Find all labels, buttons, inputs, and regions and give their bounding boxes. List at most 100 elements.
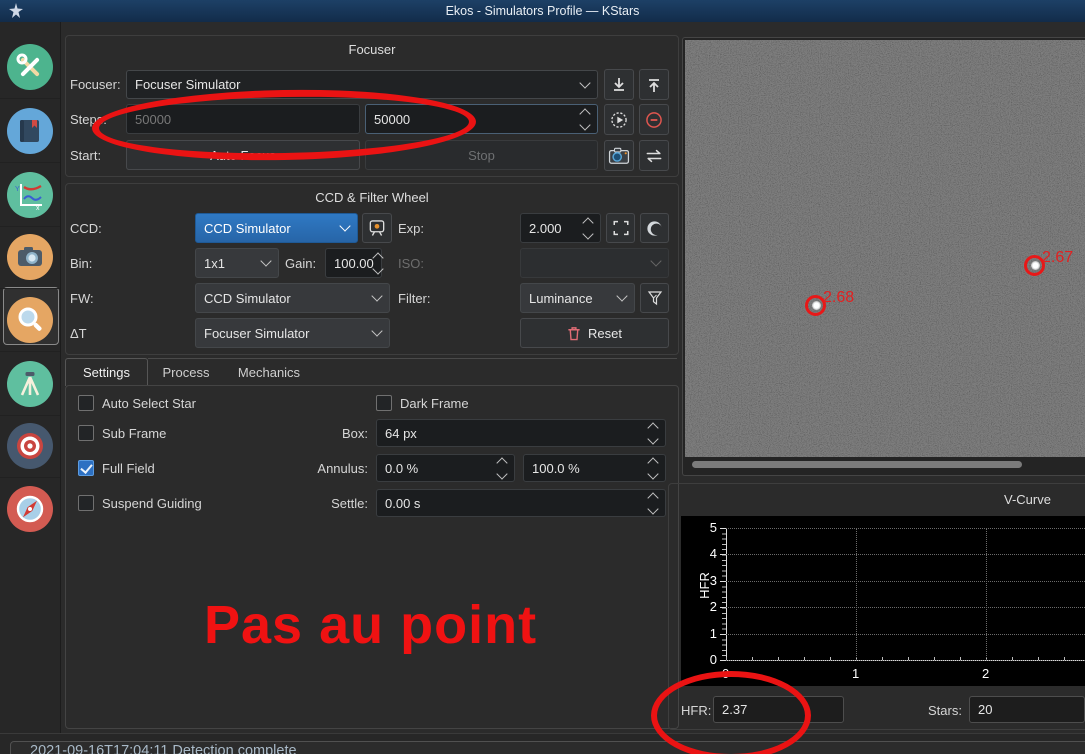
scheduler-icon[interactable]	[0, 99, 60, 163]
box-value: 64 px	[385, 425, 417, 441]
exposure-spin-buttons[interactable]	[582, 216, 594, 240]
checkbox-icon[interactable]	[78, 495, 94, 511]
reset-button[interactable]: Reset	[520, 318, 669, 348]
spin-up-icon	[647, 421, 659, 434]
gain-spin-buttons[interactable]	[372, 251, 384, 275]
spin-down-icon	[496, 467, 508, 480]
checkbox-icon[interactable]	[78, 395, 94, 411]
svg-text:Y: Y	[15, 186, 20, 193]
y-tick-label: 3	[709, 572, 717, 588]
auto-select-star-checkbox[interactable]: Auto Select Star	[78, 395, 196, 411]
scheduler-icon-circle	[7, 107, 53, 154]
tab-process[interactable]: Process	[148, 358, 224, 386]
fw-select[interactable]: CCD Simulator	[195, 283, 390, 313]
tab-mechanics[interactable]: Mechanics	[224, 358, 314, 386]
chevron-down-icon	[616, 290, 628, 302]
focus-icon[interactable]	[0, 288, 60, 352]
y-axis-line	[726, 528, 727, 660]
gain-label: Gain:	[285, 256, 317, 271]
delta-t-label: ΔT	[70, 326, 87, 341]
h-gridline	[726, 607, 1085, 609]
start-label: Start:	[70, 148, 102, 163]
focuser-select-value: Focuser Simulator	[135, 77, 241, 92]
full-field-label: Full Field	[102, 460, 155, 476]
filter-select[interactable]: Luminance	[520, 283, 635, 313]
setup-icon-circle	[7, 43, 53, 90]
gain-spinbox[interactable]: 100.00	[325, 248, 384, 278]
spin-up-icon	[496, 456, 508, 469]
checkbox-icon[interactable]	[78, 425, 94, 441]
align-icon[interactable]	[0, 414, 60, 478]
abort-button[interactable]	[639, 104, 669, 135]
loop-capture-button[interactable]	[639, 140, 669, 171]
tab-bar-filler	[314, 358, 677, 386]
annulus-min-spinbox[interactable]: 0.0 %	[376, 454, 515, 482]
star-field-image[interactable]	[685, 40, 1085, 457]
box-spinbox[interactable]: 64 px	[376, 419, 666, 447]
title-bar[interactable]: Ekos - Simulators Profile — KStars	[0, 0, 1085, 22]
tab-settings-label: Settings	[83, 365, 130, 380]
guide-icon[interactable]	[0, 477, 60, 540]
sub-frame-checkbox[interactable]: Sub Frame	[78, 425, 166, 441]
h-gridline	[726, 633, 1085, 635]
eclipse-icon	[647, 220, 663, 236]
dark-mode-button[interactable]	[640, 213, 669, 243]
annulus-max-spin-buttons[interactable]	[647, 456, 659, 480]
fw-label: FW:	[70, 291, 94, 306]
capture-icon[interactable]	[0, 225, 60, 289]
exposure-spinbox[interactable]: 2.000	[520, 213, 601, 243]
noise-texture	[685, 40, 1085, 457]
checkbox-icon[interactable]	[78, 460, 94, 476]
annulus-min-spin-buttons[interactable]	[496, 456, 508, 480]
dark-frame-checkbox[interactable]: Dark Frame	[376, 395, 469, 411]
ccd-select[interactable]: CCD Simulator	[195, 213, 358, 243]
trash-icon	[568, 326, 580, 340]
focus-out-button[interactable]	[639, 69, 669, 100]
exposure-value: 2.000	[529, 220, 562, 236]
live-view-button[interactable]	[606, 213, 635, 243]
focuser-label: Focuser:	[70, 77, 121, 92]
annulus-label: Annulus:	[317, 461, 368, 476]
focus-in-button[interactable]	[604, 69, 634, 100]
filter-manager-button[interactable]	[640, 283, 669, 313]
annulus-max-spinbox[interactable]: 100.0 %	[523, 454, 666, 482]
mount-icon[interactable]	[0, 352, 60, 416]
stop-button-label: Stop	[468, 147, 495, 163]
spin-down-icon	[372, 262, 384, 275]
analyze-icon[interactable]: Y x	[0, 163, 60, 227]
tab-process-label: Process	[162, 365, 210, 380]
ekos-setup-icon[interactable]	[0, 35, 60, 99]
sub-frame-label: Sub Frame	[102, 425, 167, 441]
temperature-source-select[interactable]: Focuser Simulator	[195, 318, 390, 348]
ccd-select-value: CCD Simulator	[204, 220, 291, 236]
indi-control-button[interactable]	[362, 213, 392, 243]
box-spin-buttons[interactable]	[647, 421, 659, 445]
loop-icon	[646, 149, 662, 162]
iso-select[interactable]	[520, 248, 669, 278]
full-field-checkbox[interactable]: Full Field	[78, 460, 155, 476]
bin-select[interactable]: 1x1	[195, 248, 279, 278]
checkbox-icon[interactable]	[376, 395, 392, 411]
bin-label: Bin:	[70, 256, 93, 271]
chevron-down-icon	[371, 290, 383, 302]
capture-image-button[interactable]	[604, 140, 634, 171]
steps-spin-buttons[interactable]	[579, 107, 591, 131]
suspend-guiding-checkbox[interactable]: Suspend Guiding	[78, 495, 202, 511]
v-gridline	[986, 528, 987, 660]
y-tick-label: 5	[709, 520, 717, 535]
h-gridline	[726, 528, 1085, 529]
y-tick-label: 1	[709, 625, 717, 641]
stars-count-field[interactable]: 20	[969, 696, 1085, 723]
settle-spin-buttons[interactable]	[647, 491, 659, 515]
y-tick-label: 2	[709, 599, 717, 615]
fits-view-panel	[682, 37, 1085, 476]
horizontal-scrollbar[interactable]	[692, 461, 1022, 468]
star-hfr-label: 2.68	[823, 289, 855, 306]
tab-settings[interactable]: Settings	[65, 358, 148, 386]
chevron-down-icon	[579, 76, 591, 89]
align-icon-circle	[7, 422, 53, 469]
ccd-group-title: CCD & Filter Wheel	[315, 190, 429, 205]
start-framing-button[interactable]	[604, 104, 634, 135]
settle-spinbox[interactable]: 0.00 s	[376, 489, 666, 517]
spin-down-icon	[647, 467, 659, 480]
